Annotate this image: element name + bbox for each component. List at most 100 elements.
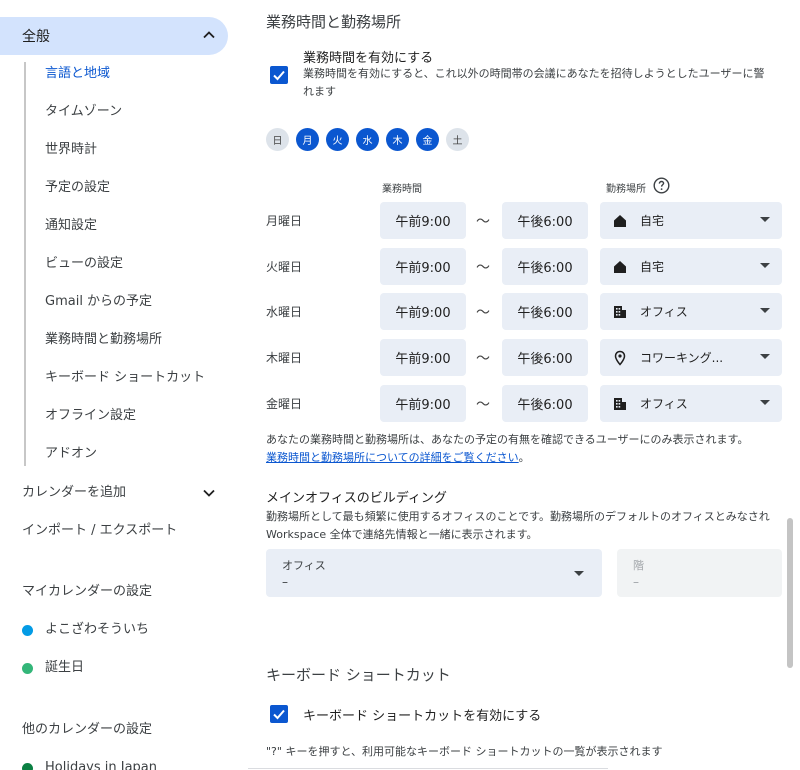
work-location-select[interactable]: 自宅 [600,202,782,239]
sidebar-calendar-item[interactable]: よこざわそういち [22,620,149,640]
day-toggle-sun[interactable]: 日 [266,128,289,151]
calendar-name: 誕生日 [45,660,85,675]
hours-column-header: 業務時間 [382,184,422,195]
sidebar-import-export[interactable]: インポート / エクスポート [22,521,177,541]
dropdown-caret-icon [760,263,770,268]
work-location-value: オフィス [640,305,688,319]
dropdown-caret-icon [760,308,770,313]
working-hours-title: 業務時間と勤務場所 [266,13,402,31]
dropdown-caret-icon [574,571,584,576]
floor-field: 階 – [617,549,782,597]
building-icon [614,305,626,318]
settings-main: 業務時間と勤務場所 業務時間を有効にする 業務時間を有効にすると、これ以外の時間… [248,0,800,770]
day-toggle-tue[interactable]: 火 [326,128,349,151]
sidebar-item-language-region[interactable]: 言語と地域 [45,64,110,84]
weekday-label: 月曜日 [266,214,303,228]
start-time-select[interactable]: 午前9:00 [380,202,466,239]
main-office-desc-1: 勤務場所として最も頻繁に使用するオフィスのことです。勤務場所のデフォルトのオフィ… [266,510,770,523]
sidebar-section-general[interactable]: 全般 [0,17,228,55]
range-separator: 〜 [476,397,490,413]
chevron-down-icon [203,489,215,497]
scrollbar-thumb[interactable] [787,518,793,668]
check-icon [273,709,285,720]
end-time-select[interactable]: 午後6:00 [502,248,588,285]
end-time-select[interactable]: 午後6:00 [502,202,588,239]
home-icon [614,260,626,273]
weekday-label: 金曜日 [266,397,303,411]
day-toggle-wed[interactable]: 水 [356,128,379,151]
bottom-divider [248,768,608,769]
sidebar-item-offline[interactable]: オフライン設定 [45,406,136,426]
sidebar-item-addons[interactable]: アドオン [45,444,97,464]
work-location-select[interactable]: 自宅 [600,248,782,285]
calendar-name: よこざわそういち [45,622,150,637]
weekday-label: 火曜日 [266,260,303,274]
check-icon [273,70,285,81]
sidebar-item-working-hours[interactable]: 業務時間と勤務場所 [45,330,162,350]
work-location-select[interactable]: オフィス [600,293,782,330]
sidebar-active-rail [24,62,26,466]
sidebar-item-notifications[interactable]: 通知設定 [45,216,97,236]
work-location-value: 自宅 [640,260,665,274]
location-pin-icon [614,350,626,366]
enable-working-hours-label: 業務時間を有効にする [303,51,434,66]
work-location-value: 自宅 [640,214,665,228]
learn-more-link[interactable]: 業務時間と勤務場所についての詳細をご覧ください [266,451,519,464]
end-time-select[interactable]: 午後6:00 [502,385,588,422]
dropdown-caret-icon [760,354,770,359]
start-time-select[interactable]: 午前9:00 [380,339,466,376]
visibility-note: あなたの業務時間と勤務場所は、あなたの予定の有無を確認できるユーザーにのみ表示さ… [266,433,749,446]
settings-sidebar: 全般 言語と地域 タイムゾーン 世界時計 予定の設定 通知設定 ビューの設定 G… [0,0,240,770]
add-calendar-label: カレンダーを追加 [22,485,127,500]
enable-working-hours-checkbox[interactable] [270,66,288,84]
end-time-select[interactable]: 午後6:00 [502,293,588,330]
weekday-label: 木曜日 [266,351,303,365]
range-separator: 〜 [476,260,490,276]
enable-working-hours-desc-1: 業務時間を有効にすると、これ以外の時間帯の会議にあなたを招待しようとしたユーザー… [303,67,765,80]
day-toggle-mon[interactable]: 月 [296,128,319,151]
office-select[interactable]: オフィス – [266,549,602,597]
sidebar-section-label: 全般 [22,29,50,45]
range-separator: 〜 [476,305,490,321]
chevron-up-icon [203,31,215,39]
sidebar-item-view-settings[interactable]: ビューの設定 [45,254,123,274]
main-office-desc-2: Workspace 全体で連絡先情報と一緒に表示されます。 [266,528,538,541]
dropdown-caret-icon [760,217,770,222]
shortcuts-desc: "?" キーを押すと、利用可能なキーボード ショートカットの一覧が表示されます [266,745,663,758]
work-location-value: コワーキング... [640,351,724,365]
sidebar-calendar-item[interactable]: 誕生日 [22,658,84,678]
start-time-select[interactable]: 午前9:00 [380,248,466,285]
floor-field-value: – [633,575,639,589]
main-office-title: メインオフィスのビルディング [266,491,447,506]
building-icon [614,397,626,410]
work-location-select[interactable]: オフィス [600,385,782,422]
sidebar-item-gmail-events[interactable]: Gmail からの予定 [45,292,152,312]
day-toggle-thu[interactable]: 木 [386,128,409,151]
learn-more-period: 。 [518,451,530,464]
sidebar-item-timezone[interactable]: タイムゾーン [45,102,122,122]
office-select-value: – [282,575,288,589]
end-time-select[interactable]: 午後6:00 [502,339,588,376]
day-toggle-sat[interactable]: 土 [446,128,469,151]
home-icon [614,214,626,227]
keyboard-shortcuts-title: キーボード ショートカット [266,666,451,684]
sidebar-calendar-item[interactable]: Holidays in Japan [22,758,157,770]
work-location-value: オフィス [640,397,688,411]
work-location-select[interactable]: コワーキング... [600,339,782,376]
start-time-select[interactable]: 午前9:00 [380,293,466,330]
sidebar-item-event-settings[interactable]: 予定の設定 [45,178,110,198]
range-separator: 〜 [476,214,490,230]
sidebar-item-world-clock[interactable]: 世界時計 [45,140,97,160]
calendar-color-dot [22,624,33,636]
range-separator: 〜 [476,351,490,367]
start-time-select[interactable]: 午前9:00 [380,385,466,422]
location-column-header: 勤務場所 [606,184,646,195]
other-calendars-heading: 他のカレンダーの設定 [22,722,153,737]
enable-working-hours-desc-2: れます [303,85,336,98]
sidebar-item-keyboard-shortcuts[interactable]: キーボード ショートカット [45,368,205,388]
weekday-label: 水曜日 [266,305,303,319]
sidebar-add-calendar[interactable]: カレンダーを追加 [22,483,232,503]
enable-shortcuts-checkbox[interactable] [270,705,288,723]
help-icon[interactable] [653,177,670,194]
day-toggle-fri[interactable]: 金 [416,128,439,151]
